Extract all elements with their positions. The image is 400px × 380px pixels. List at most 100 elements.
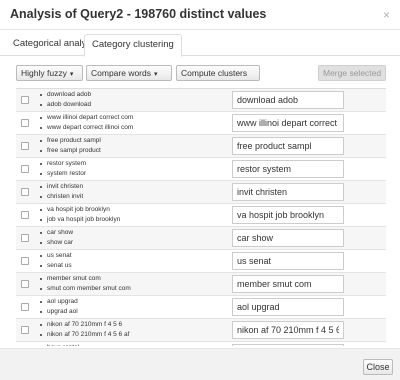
cluster-values-list: member smut com smut com member smut com bbox=[38, 274, 238, 294]
cluster-select-checkbox[interactable] bbox=[21, 303, 29, 311]
cluster-select-checkbox[interactable] bbox=[21, 234, 29, 242]
cluster-value-text: job va hospit job brooklyn bbox=[47, 216, 121, 223]
bullet-icon bbox=[40, 265, 42, 267]
cluster-select-checkbox[interactable] bbox=[21, 96, 29, 104]
cluster-value-text: va hospit job brooklyn bbox=[47, 206, 110, 213]
bullet-icon bbox=[40, 127, 42, 129]
cluster-values-list: free product sampl free sampl product bbox=[38, 136, 238, 156]
bullet-icon bbox=[40, 173, 42, 175]
new-cell-value-input[interactable] bbox=[232, 298, 344, 316]
cluster-value-item: restor system bbox=[38, 159, 238, 169]
cluster-select-checkbox[interactable] bbox=[21, 280, 29, 288]
clustering-toolbar: Highly fuzzy ▾ Compare words ▾ Compute clu… bbox=[16, 65, 386, 81]
cluster-value-text: smut com member smut com bbox=[47, 285, 131, 292]
cluster-value-item: member smut com bbox=[38, 274, 238, 284]
new-cell-value-input[interactable] bbox=[232, 344, 344, 346]
new-cell-value-input[interactable] bbox=[232, 91, 344, 109]
bullet-icon bbox=[40, 255, 42, 257]
new-cell-value-input[interactable] bbox=[232, 275, 344, 293]
tab-bar: Categorical analysis Category clustering bbox=[0, 34, 400, 57]
cluster-value-text: nikon af 70 210mm f 4 5 6 af bbox=[47, 331, 130, 338]
cluster-value-item: va hospit job brooklyn bbox=[38, 205, 238, 215]
merge-selected-button[interactable]: Merge selected bbox=[318, 65, 386, 81]
bullet-icon bbox=[40, 209, 42, 211]
cluster-value-item: show car bbox=[38, 238, 238, 248]
bullet-icon bbox=[40, 94, 42, 96]
compare-mode-dropdown-label: Compare words bbox=[91, 68, 151, 78]
cluster-values-list: www illinoi depart correct com www depart… bbox=[38, 113, 238, 133]
cluster-values-list: restor system system restor bbox=[38, 159, 238, 179]
cluster-row: nikon af 70 210mm f 4 5 6 nikon af 70 210… bbox=[16, 319, 386, 342]
bullet-icon bbox=[40, 196, 42, 198]
new-cell-value-input[interactable] bbox=[232, 252, 344, 270]
bullet-icon bbox=[40, 232, 42, 234]
cluster-row: car show show car bbox=[16, 227, 386, 250]
new-cell-value-input[interactable] bbox=[232, 114, 344, 132]
cluster-value-item: job va hospit job brooklyn bbox=[38, 215, 238, 225]
cluster-value-item: nikon af 70 210mm f 4 5 6 bbox=[38, 320, 238, 330]
chevron-down-icon: ▾ bbox=[69, 71, 74, 78]
cluster-row: va hospit job brooklyn job va hospit job … bbox=[16, 204, 386, 227]
cluster-value-item: us senat bbox=[38, 251, 238, 261]
cluster-row: free product sampl free sampl product bbox=[16, 135, 386, 158]
close-icon[interactable]: × bbox=[383, 8, 390, 22]
cluster-select-checkbox[interactable] bbox=[21, 211, 29, 219]
cluster-list: download adob adob download www illinoi de… bbox=[16, 88, 386, 346]
cluster-select-checkbox[interactable] bbox=[21, 165, 29, 173]
bullet-icon bbox=[40, 301, 42, 303]
cluster-select-checkbox[interactable] bbox=[21, 257, 29, 265]
cluster-row: aol upgrad upgrad aol bbox=[16, 296, 386, 319]
new-cell-value-input[interactable] bbox=[232, 137, 344, 155]
tab-category-clustering[interactable]: Category clustering bbox=[84, 34, 182, 57]
cluster-value-item: download adob bbox=[38, 90, 238, 100]
compute-clusters-button[interactable]: Compute clusters bbox=[176, 65, 260, 81]
new-cell-value-input[interactable] bbox=[232, 229, 344, 247]
bullet-icon bbox=[40, 104, 42, 106]
new-cell-value-input[interactable] bbox=[232, 206, 344, 224]
bullet-icon bbox=[40, 324, 42, 326]
new-cell-value-input[interactable] bbox=[232, 321, 344, 339]
cluster-value-text: invit christen bbox=[47, 183, 84, 190]
cluster-row: www illinoi depart correct com www depart… bbox=[16, 112, 386, 135]
cluster-value-text: www depart correct illinoi com bbox=[47, 124, 134, 131]
cluster-values-list: nikon af 70 210mm f 4 5 6 nikon af 70 210… bbox=[38, 320, 238, 340]
cluster-value-item: hous rental bbox=[38, 343, 238, 346]
cluster-value-item: upgrad aol bbox=[38, 307, 238, 317]
cluster-value-item: www depart correct illinoi com bbox=[38, 123, 238, 133]
fuzziness-dropdown[interactable]: Highly fuzzy ▾ bbox=[16, 65, 83, 81]
cluster-value-text: download adob bbox=[47, 91, 92, 98]
cluster-value-text: upgrad aol bbox=[47, 308, 78, 315]
cluster-values-list: us senat senat us bbox=[38, 251, 238, 271]
cluster-value-item: aol upgrad bbox=[38, 297, 238, 307]
compare-mode-dropdown[interactable]: Compare words ▾ bbox=[86, 65, 172, 81]
cluster-value-item: www illinoi depart correct com bbox=[38, 113, 238, 123]
new-cell-value-input[interactable] bbox=[232, 183, 344, 201]
bullet-icon bbox=[40, 311, 42, 313]
cluster-select-checkbox[interactable] bbox=[21, 188, 29, 196]
cluster-value-text: free product sampl bbox=[47, 137, 101, 144]
cluster-value-text: aol upgrad bbox=[47, 298, 78, 305]
cluster-row: download adob adob download bbox=[16, 89, 386, 112]
close-button[interactable]: Close bbox=[363, 359, 393, 375]
fuzziness-dropdown-label: Highly fuzzy bbox=[21, 68, 67, 78]
bullet-icon bbox=[40, 219, 42, 221]
cluster-value-text: free sampl product bbox=[47, 147, 101, 154]
cluster-select-checkbox[interactable] bbox=[21, 326, 29, 334]
new-cell-value-input[interactable] bbox=[232, 160, 344, 178]
cluster-value-item: christen invit bbox=[38, 192, 238, 202]
chevron-down-icon: ▾ bbox=[154, 71, 158, 78]
bullet-icon bbox=[40, 150, 42, 152]
cluster-value-text: member smut com bbox=[47, 275, 101, 282]
cluster-values-list: invit christen christen invit bbox=[38, 182, 238, 202]
analysis-dialog: Analysis of Query2 - 198760 distinct val… bbox=[0, 0, 400, 380]
cluster-select-checkbox[interactable] bbox=[21, 142, 29, 150]
cluster-select-checkbox[interactable] bbox=[21, 119, 29, 127]
cluster-values-list: car show show car bbox=[38, 228, 238, 248]
cluster-row: hous rentalrental hous bbox=[16, 342, 386, 346]
cluster-value-text: christen invit bbox=[47, 193, 84, 200]
bullet-icon bbox=[40, 278, 42, 280]
bullet-icon bbox=[40, 140, 42, 142]
cluster-values-list: download adob adob download bbox=[38, 90, 238, 110]
cluster-row: restor system system restor bbox=[16, 158, 386, 181]
cluster-value-text: us senat bbox=[47, 252, 72, 259]
